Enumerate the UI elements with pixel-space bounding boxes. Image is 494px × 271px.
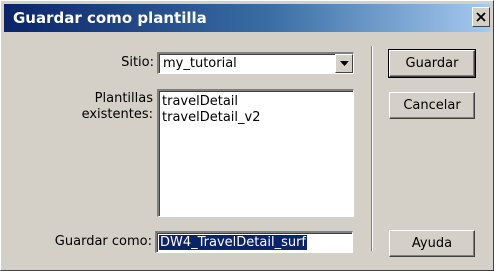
- chevron-down-icon: [340, 61, 349, 66]
- templates-label-line1: Plantillas: [94, 91, 153, 106]
- save-as-label: Guardar como:: [54, 234, 152, 249]
- list-item[interactable]: travelDetail_v2: [162, 110, 260, 125]
- templates-listbox[interactable]: travelDetail travelDetail_v2: [157, 89, 354, 217]
- site-select-value: my_tutorial: [163, 56, 237, 71]
- site-select[interactable]: my_tutorial: [157, 52, 354, 74]
- title-bar[interactable]: Guardar como plantilla: [4, 4, 490, 32]
- templates-label-line2: existentes:: [81, 107, 153, 122]
- save-as-input-value: DW4_TravelDetail_surf: [159, 235, 308, 250]
- save-as-template-dialog: Guardar como plantilla Sitio: my_tutoria…: [0, 0, 494, 271]
- cancel-button[interactable]: Cancelar: [389, 92, 475, 119]
- help-button[interactable]: Ayuda: [389, 230, 475, 257]
- close-button[interactable]: [472, 7, 490, 27]
- close-icon: [476, 12, 486, 22]
- site-dropdown-button[interactable]: [335, 54, 353, 73]
- save-button[interactable]: Guardar: [388, 49, 476, 78]
- save-as-input[interactable]: DW4_TravelDetail_surf: [155, 231, 353, 253]
- list-item[interactable]: travelDetail: [162, 94, 238, 109]
- site-label: Sitio:: [121, 55, 154, 70]
- vertical-separator: [371, 46, 373, 251]
- window-title: Guardar como plantilla: [13, 9, 207, 27]
